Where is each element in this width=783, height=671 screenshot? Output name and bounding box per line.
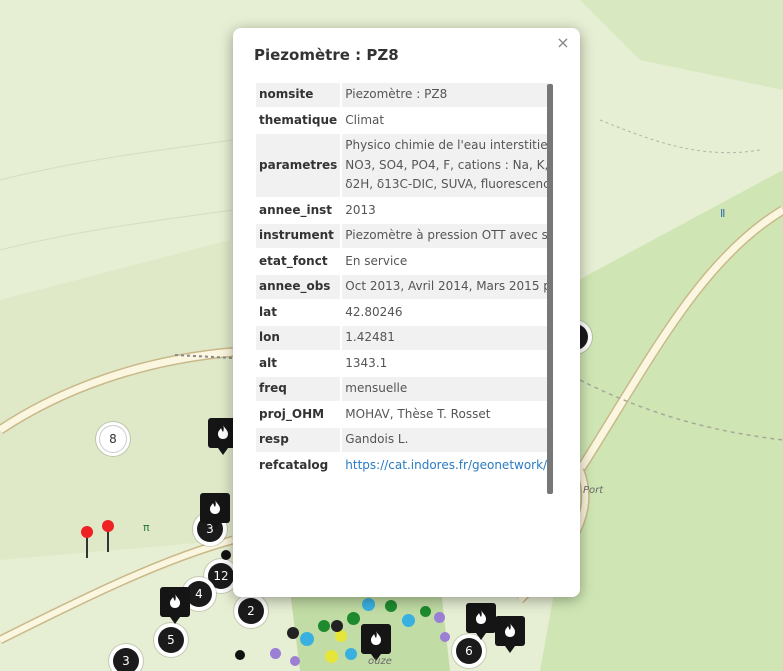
cluster-marker[interactable]: 3 [109,644,143,671]
table-row: lat 42.80246 [256,301,552,325]
point-marker[interactable] [331,620,343,632]
cluster-count: 6 [456,638,482,664]
point-marker[interactable] [325,650,338,663]
cluster-marker[interactable]: 2 [234,594,268,628]
close-icon[interactable]: × [554,34,572,52]
fire-marker[interactable] [200,493,230,530]
attribute-value: 42.80246 [345,304,403,319]
table-row: parametres Physico chimie de l'eau inters… [256,134,552,197]
attribute-value: Oct 2013, Avril 2014, Mars 2015 puis jus… [342,275,552,299]
flame-icon [505,623,515,637]
point-marker[interactable] [362,598,375,611]
point-marker[interactable] [402,614,415,627]
attribute-key: alt [259,355,277,370]
table-row: freq mensuelle [256,377,552,401]
place-label: ouze [368,656,392,667]
fire-marker[interactable] [495,616,525,653]
table-row: resp Gandois L. [256,428,552,452]
attribute-key: refcatalog [259,457,329,472]
fire-marker[interactable] [466,603,496,640]
attribute-value: Physico chimie de l'eau interstitielle (… [342,134,552,197]
table-row: instrument Piezomètre à pression OTT avec… [256,224,552,248]
attribute-value: Piezomètre : PZ8 [342,83,552,107]
flame-icon [476,610,486,624]
point-marker[interactable] [300,632,314,646]
table-row: annee_obs Oct 2013, Avril 2014, Mars 2015… [256,275,552,299]
flame-icon [371,631,381,645]
table-row: thematique Climat [256,109,552,133]
attribute-value: Piezomètre à pression OTT avec sonde Min… [342,224,552,248]
attribute-key: etat_fonct [259,253,328,268]
fire-marker[interactable] [160,587,190,624]
svg-text:Ⅱ: Ⅱ [720,207,725,220]
attribute-value: En service [345,253,408,268]
attribute-key: instrument [256,224,341,248]
attribute-value: Climat [345,112,385,127]
attribute-value: Gandois L. [342,428,552,452]
table-row: lon 1.42481 [256,326,552,350]
table-row: annee_inst 2013 [256,199,552,223]
point-marker[interactable] [318,620,330,632]
attribute-key: nomsite [256,83,341,107]
attribute-key: resp [256,428,341,452]
point-marker[interactable] [420,606,431,617]
cluster-count: 5 [158,627,184,653]
fire-marker[interactable] [361,624,391,661]
cluster-marker[interactable]: 8 [96,422,130,456]
attribute-value: MOHAV, Thèse T. Rosset [345,406,491,421]
point-marker[interactable] [287,627,299,639]
popup-content[interactable]: nomsite Piezomètre : PZ8 thematique Climat p… [254,81,552,581]
attribute-value: https://cat.indores.fr/geonetwork/OHM_Py… [342,454,552,478]
attribute-key: lat [259,304,277,319]
attribute-value: mensuelle [342,377,552,401]
attribute-value: 1.42481 [342,326,552,350]
attribute-key: annee_inst [259,202,332,217]
attribute-key: parametres [256,134,341,197]
point-marker[interactable] [270,648,281,659]
catalog-link[interactable]: https://cat.indores.fr/geonetwork/OHM_Py… [345,458,552,472]
flame-icon [170,594,180,608]
attribute-key: proj_OHM [259,406,325,421]
popup-title: Piezomètre : PZ8 [254,46,399,64]
info-popup: Piezomètre : PZ8 × nomsite Piezomètre : P… [233,28,580,597]
attribute-value: 2013 [345,202,376,217]
flame-icon [210,500,220,514]
cluster-marker[interactable]: 5 [154,623,188,657]
red-pin-marker[interactable] [102,520,114,552]
table-row: proj_OHM MOHAV, Thèse T. Rosset [256,403,552,427]
table-row: alt 1343.1 [256,352,552,376]
point-marker[interactable] [221,550,231,560]
point-marker[interactable] [440,632,450,642]
point-marker[interactable] [385,600,397,612]
point-marker[interactable] [235,650,245,660]
point-marker[interactable] [345,648,357,660]
cluster-count: 8 [99,425,127,453]
attribute-key: annee_obs [256,275,341,299]
flame-icon [218,425,228,439]
svg-text:π: π [143,521,150,534]
popup-scrollbar[interactable] [547,84,553,494]
attribute-table: nomsite Piezomètre : PZ8 thematique Climat p… [254,81,552,479]
point-marker[interactable] [290,656,300,666]
table-row: nomsite Piezomètre : PZ8 [256,83,552,107]
place-label: Port [583,485,604,496]
attribute-value: 1343.1 [345,355,388,370]
attribute-key: freq [256,377,341,401]
point-marker[interactable] [347,612,360,625]
point-marker[interactable] [434,612,445,623]
table-row: refcatalog https://cat.indores.fr/geonetw… [256,454,552,478]
table-row: etat_fonct En service [256,250,552,274]
attribute-key: thematique [259,112,338,127]
attribute-key: lon [256,326,341,350]
cluster-count: 2 [238,598,264,624]
red-pin-marker[interactable] [81,526,93,558]
cluster-count: 3 [113,648,139,671]
